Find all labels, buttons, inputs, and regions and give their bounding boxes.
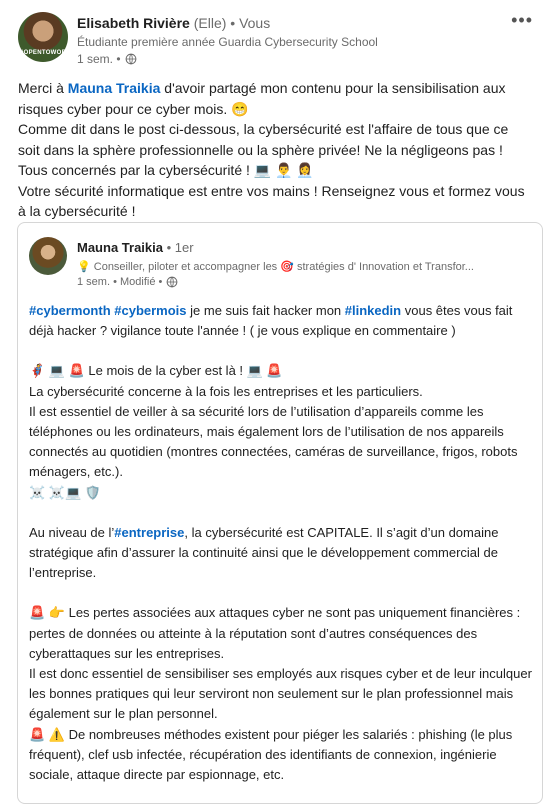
shared-text: Au niveau de l’ (29, 524, 115, 540)
shared-author-headline: 💡 Conseiller, piloter et accompagner les… (77, 261, 474, 273)
globe-icon (125, 53, 136, 65)
shared-author-avatar[interactable] (29, 237, 67, 275)
post-body: Merci à Mauna Traikia d'avoir partagé mo… (18, 78, 530, 222)
shared-post-time: 1 sem. • Modifié • (77, 276, 178, 288)
shared-paragraph-1: #cybermonth #cybermois je me suis fait h… (29, 301, 534, 341)
author-line: Elisabeth Rivière (Elle) • Vous (77, 15, 270, 31)
shared-post-body: #cybermonth #cybermois je me suis fait h… (29, 301, 534, 785)
hashtag-link[interactable]: #entreprise (114, 525, 184, 540)
hashtag-link[interactable]: #cybermonth (29, 303, 111, 318)
shared-time-text: 1 sem. • Modifié • (77, 276, 163, 288)
globe-icon (166, 276, 178, 288)
shared-post[interactable]: Mauna Traikia • 1er 💡 Conseiller, pilote… (17, 222, 543, 804)
shared-author-name[interactable]: Mauna Traikia (77, 240, 163, 255)
post-line-1: Merci à Mauna Traikia d'avoir partagé mo… (18, 78, 530, 119)
open-to-work-badge: #OPENTOWORK (20, 50, 71, 56)
mention-link[interactable]: Mauna Traikia (68, 80, 161, 96)
hashtag-link[interactable]: #linkedin (345, 303, 401, 318)
shared-paragraph-3: Au niveau de l’#entreprise, la cybersécu… (29, 523, 534, 584)
author-relation: • Vous (230, 15, 271, 31)
shared-text: je me suis fait hacker mon (186, 303, 345, 318)
post-time-text: 1 sem. • (77, 52, 121, 66)
shared-author-line: Mauna Traikia • 1er (77, 240, 194, 255)
author-avatar[interactable]: #OPENTOWORK (18, 12, 71, 62)
linkedin-post: #OPENTOWORK Elisabeth Rivière (Elle) • V… (0, 0, 543, 804)
shared-paragraph-4b: Il est donc essentiel de sensibiliser se… (29, 666, 532, 722)
more-options-button[interactable]: ••• (511, 10, 533, 31)
hashtag-link[interactable]: #cybermois (114, 303, 186, 318)
shared-paragraph-2b: Il est essentiel de veiller à sa sécurit… (29, 403, 518, 480)
shared-paragraph-2-title: 🦸 💻 🚨 Le mois de la cyber est là ! 💻 🚨 (29, 363, 283, 379)
shared-paragraph-2c: ☠️ ☠️💻 🛡️ (29, 484, 101, 500)
shared-paragraph-4a: 🚨 👉 Les pertes associées aux attaques cy… (29, 605, 521, 661)
post-text: Merci à (18, 80, 68, 96)
author-pronoun: (Elle) (193, 15, 227, 31)
shared-paragraph-2a: La cybersécurité concerne à la fois les … (29, 383, 423, 399)
post-line-2: Comme dit dans le post ci-dessous, la cy… (18, 121, 509, 158)
shared-paragraph-4c: 🚨 ⚠️ De nombreuses méthodes existent pou… (29, 726, 513, 783)
post-line-3: Tous concernés par la cybersécurité ! 💻 … (18, 162, 314, 178)
post-time: 1 sem. • (77, 52, 137, 66)
post-line-4: Votre sécurité informatique est entre vo… (18, 182, 525, 220)
author-headline: Étudiante première année Guardia Cyberse… (77, 35, 378, 49)
author-name[interactable]: Elisabeth Rivière (77, 15, 190, 31)
shared-author-degree: • 1er (166, 240, 194, 255)
